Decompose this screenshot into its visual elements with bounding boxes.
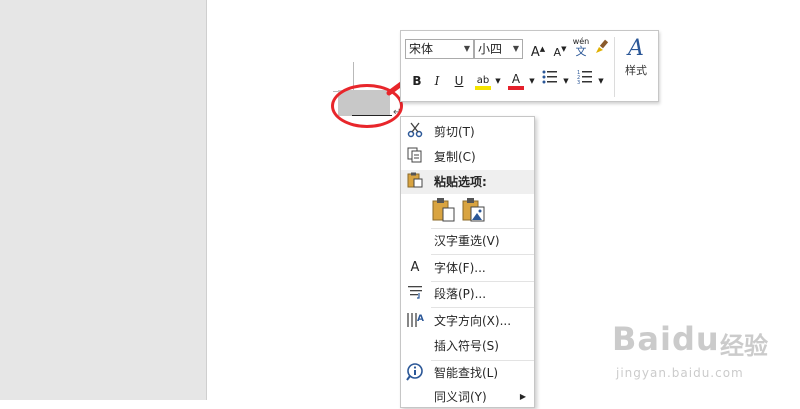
menu-item-label: 复制(C): [434, 150, 476, 164]
styles-icon: A: [628, 36, 644, 61]
menu-item-synonyms[interactable]: 同义词(Y) ▶: [401, 385, 534, 409]
menu-item-label: 剪切(T): [434, 125, 475, 139]
chevron-down-icon[interactable]: ▼: [494, 71, 502, 91]
menu-item-label: 文字方向(X)...: [434, 314, 512, 328]
paste-keep-source-icon[interactable]: [432, 197, 456, 226]
grow-font-button[interactable]: A▲: [529, 39, 547, 60]
svg-text:A: A: [417, 314, 424, 324]
chevron-down-icon[interactable]: ▼: [562, 71, 570, 91]
menu-item-label: 段落(P)...: [434, 287, 487, 301]
svg-text:3: 3: [577, 80, 580, 85]
paste-options-row: [401, 195, 534, 225]
chevron-down-icon[interactable]: ▼: [464, 40, 470, 58]
phonetic-guide-button[interactable]: wén 文: [571, 37, 591, 57]
styles-label: 样式: [625, 64, 647, 77]
shrink-font-icon: A: [553, 46, 562, 59]
text-direction-icon: A: [405, 311, 425, 331]
menu-header-paste-options: 粘贴选项:: [401, 170, 534, 194]
font-name-value: 宋体: [409, 42, 434, 56]
numbered-list-icon: 1 2 3: [577, 70, 592, 86]
menu-item-label: 插入符号(S): [434, 339, 499, 353]
grow-font-icon: A: [530, 45, 540, 60]
scissors-icon: [405, 122, 425, 142]
highlight-color-bar: [475, 86, 491, 90]
chevron-down-icon[interactable]: ▼: [513, 40, 519, 58]
menu-item-label: 字体(F)...: [434, 261, 486, 275]
font-color-icon: A: [511, 72, 521, 86]
menu-item-label: 汉字重选(V): [434, 234, 500, 248]
font-color-bar: [508, 86, 524, 90]
watermark: Baidu 经验 jingyan.baidu.com: [612, 320, 792, 390]
menu-item-paragraph[interactable]: 段落(P)...: [401, 282, 534, 306]
menu-divider: [431, 307, 534, 308]
font-size-value: 小四: [478, 42, 503, 56]
menu-item-label: 同义词(Y): [434, 390, 487, 404]
font-name-combo[interactable]: 宋体 ▼: [405, 39, 474, 59]
styles-button[interactable]: A 样式: [617, 35, 655, 95]
format-painter-button[interactable]: [593, 39, 611, 59]
watermark-brand: Baidu: [612, 320, 720, 358]
left-gray-margin: [0, 0, 207, 400]
bullets-button[interactable]: [541, 69, 559, 89]
brush-icon: [596, 39, 609, 53]
chevron-down-icon[interactable]: ▼: [597, 71, 605, 91]
mini-toolbar: 宋体 ▼ 小四 ▼ A▲ A▼ wén 文 B I U ab ▼ A ▼ ▼ 1…: [400, 30, 659, 102]
context-menu: 剪切(T) 复制(C) 粘贴选项: 汉字重选(V) A 字体(F)... 段落(…: [400, 116, 535, 408]
menu-divider: [431, 254, 534, 255]
highlight-icon: ab: [476, 75, 490, 86]
menu-item-label: 智能查找(L): [434, 366, 499, 380]
copy-icon: [405, 147, 425, 167]
menu-item-insert-symbol[interactable]: 插入符号(S): [401, 334, 534, 358]
menu-item-reconvert[interactable]: 汉字重选(V): [401, 229, 534, 253]
menu-item-smart-lookup[interactable]: 智能查找(L): [401, 361, 534, 385]
numbering-button[interactable]: 1 2 3: [576, 69, 594, 89]
chevron-right-icon: ▶: [519, 392, 526, 401]
watermark-cn: 经验: [720, 332, 768, 360]
watermark-url: jingyan.baidu.com: [616, 366, 744, 380]
bold-button[interactable]: B: [409, 71, 425, 91]
toolbar-separator: [614, 37, 615, 97]
font-size-combo[interactable]: 小四 ▼: [474, 39, 523, 59]
paste-picture-icon[interactable]: [462, 197, 486, 226]
menu-item-font[interactable]: A 字体(F)...: [401, 256, 534, 280]
font-color-button[interactable]: A: [507, 69, 525, 90]
underline-button[interactable]: U: [451, 71, 467, 91]
chevron-down-icon[interactable]: ▼: [528, 71, 536, 91]
menu-item-copy[interactable]: 复制(C): [401, 145, 534, 169]
phonetic-bottom-text: 文: [575, 45, 587, 58]
menu-item-label: 粘贴选项:: [434, 175, 487, 189]
italic-button[interactable]: I: [429, 71, 445, 91]
info-icon: [405, 363, 425, 383]
shrink-font-button[interactable]: A▼: [551, 39, 569, 59]
paragraph-icon: [405, 284, 425, 304]
clipboard-icon: [405, 172, 425, 192]
highlight-button[interactable]: ab: [473, 69, 493, 90]
menu-item-cut[interactable]: 剪切(T): [401, 120, 534, 144]
font-icon: A: [410, 260, 420, 275]
menu-item-text-direction[interactable]: A 文字方向(X)...: [401, 309, 534, 333]
bullet-list-icon: [542, 70, 557, 84]
